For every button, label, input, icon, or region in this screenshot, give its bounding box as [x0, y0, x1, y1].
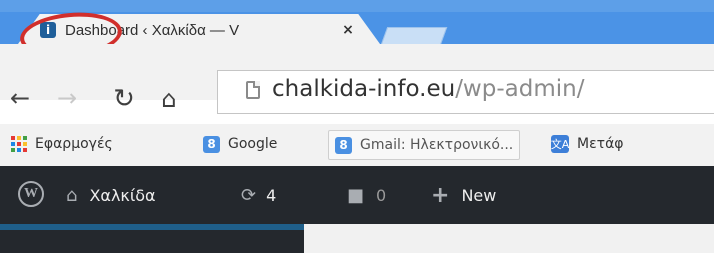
- tab-title-fade: [305, 20, 335, 42]
- arrow-left-icon: ←: [9, 84, 31, 112]
- bookmark-label: Gmail: Ηλεκτρονικό...: [360, 137, 514, 153]
- bookmark-gmail[interactable]: 8 Gmail: Ηλεκτρονικό...: [328, 130, 521, 160]
- plus-icon: +: [431, 182, 450, 208]
- wordpress-logo-icon[interactable]: W: [18, 181, 44, 207]
- new-content-link[interactable]: + New: [431, 182, 496, 208]
- new-tab-button[interactable]: [380, 27, 448, 45]
- admin-content-area: [304, 224, 714, 253]
- reload-button[interactable]: ↻: [107, 82, 141, 116]
- home-button[interactable]: ⌂: [151, 82, 187, 116]
- site-name-link[interactable]: ⌂ Χαλκίδα: [66, 182, 156, 208]
- comments-link[interactable]: ■ 0: [347, 182, 386, 208]
- site-name: Χαλκίδα: [89, 185, 156, 205]
- apps-grid-icon: [11, 136, 27, 152]
- arrow-right-icon: →: [56, 84, 78, 112]
- translate-icon: 文A: [551, 135, 569, 153]
- url-path: /wp-admin/: [455, 76, 585, 102]
- bookmark-translate[interactable]: 文A Μετάφ: [551, 130, 624, 158]
- reload-icon: ↻: [113, 84, 135, 114]
- bookmark-google[interactable]: 8 Google: [203, 130, 277, 158]
- back-button[interactable]: ←: [5, 83, 35, 113]
- forward-button[interactable]: →: [52, 83, 82, 113]
- bookmark-label: Google: [228, 136, 278, 152]
- google-8-icon: 8: [335, 136, 352, 154]
- new-label: New: [461, 185, 497, 205]
- tab-close-icon[interactable]: ×: [340, 22, 356, 38]
- bookmark-apps[interactable]: Εφαρμογές: [11, 130, 113, 158]
- bookmark-label: Εφαρμογές: [35, 136, 113, 152]
- admin-menu-accent: [0, 224, 304, 230]
- page-info-icon[interactable]: [246, 81, 260, 99]
- address-bar-url[interactable]: chalkida-info.eu/wp-admin/: [272, 76, 584, 102]
- home-icon: ⌂: [66, 184, 78, 206]
- url-domain: chalkida-info.eu: [272, 76, 456, 102]
- browser-frame-top: [0, 0, 714, 12]
- updates-count: 4: [266, 185, 277, 205]
- home-icon: ⌂: [161, 85, 177, 113]
- updates-icon: ⟳: [241, 184, 257, 206]
- comment-bubble-icon: ■: [347, 184, 365, 206]
- updates-link[interactable]: ⟳ 4: [241, 182, 276, 208]
- google-8-icon: 8: [203, 135, 220, 153]
- bookmark-label: Μετάφ: [577, 136, 624, 152]
- comments-count: 0: [376, 185, 387, 205]
